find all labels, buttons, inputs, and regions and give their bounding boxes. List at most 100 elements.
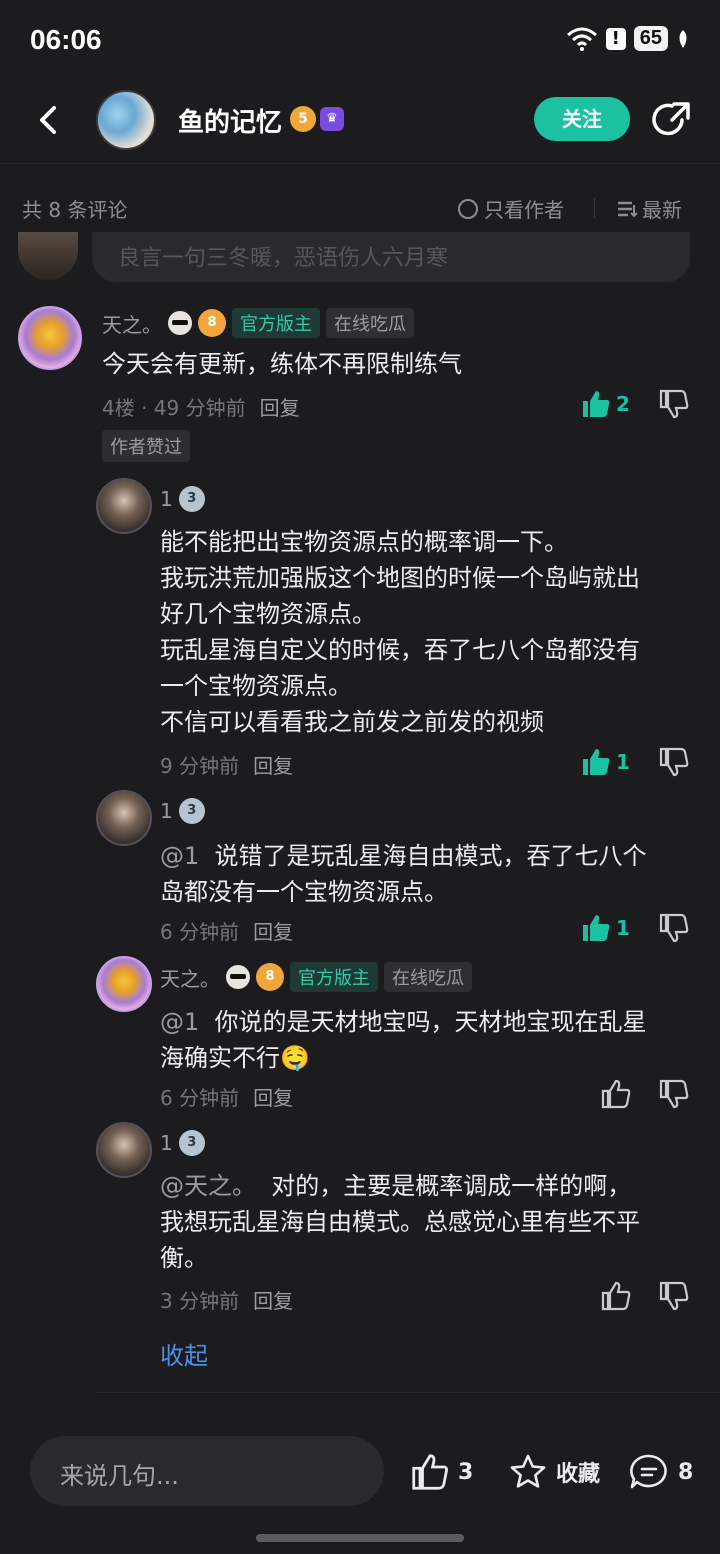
thumbs-up-icon — [583, 749, 610, 775]
post-like-button[interactable]: 3 — [410, 1452, 473, 1492]
thumbs-down-icon[interactable] — [658, 1280, 690, 1312]
comments-button[interactable]: 8 — [628, 1452, 693, 1492]
comment-text: 今天会有更新，练体不再限制练气 — [102, 350, 462, 378]
reply-button[interactable]: 回复 — [253, 1082, 293, 1111]
alert-icon: ! — [605, 27, 626, 50]
star-icon — [510, 1454, 546, 1488]
comment-input[interactable]: 来说几句... — [30, 1436, 384, 1506]
share-icon[interactable] — [652, 100, 692, 140]
author-avatar[interactable] — [96, 90, 156, 150]
thumbs-down-icon[interactable] — [658, 746, 690, 778]
reply-text: @天之。 对的，主要是概率调成一样的啊， 我想玩乱星海自由模式。总感觉心里有些不… — [160, 1172, 640, 1272]
collapse-replies-link[interactable]: 收起 — [160, 1336, 208, 1371]
comment-input-placeholder: 来说几句... — [60, 1462, 179, 1490]
commenter-info: 天之。 8 官方版主 在线吃瓜 — [102, 308, 414, 338]
reply-avatar[interactable] — [96, 790, 152, 846]
reply-text: @1 你说的是天材地宝吗，天材地宝现在乱星 海确实不行🤤 — [160, 1008, 647, 1072]
follow-button[interactable]: 关注 — [534, 97, 630, 141]
thumbs-down-icon[interactable] — [658, 388, 690, 420]
medal-icon — [226, 965, 250, 989]
like-button[interactable]: 2 — [580, 388, 630, 420]
level-badge: 3 — [178, 798, 205, 824]
radio-icon — [458, 198, 478, 219]
commenter-name[interactable]: 天之。 — [102, 309, 162, 338]
battery-indicator: 65 — [633, 26, 668, 51]
like-button[interactable]: 1 — [580, 912, 630, 944]
reply-button[interactable]: 回复 — [260, 392, 300, 421]
title-tag: 在线吃瓜 — [384, 962, 472, 992]
divider — [594, 198, 595, 218]
post-header: 鱼的记忆 5 ♛ 关注 — [0, 84, 720, 164]
post-like-count: 3 — [458, 1459, 474, 1485]
thumbs-up-icon — [583, 915, 610, 941]
reply-meta: 6 分钟前 回复 — [160, 1082, 293, 1111]
author-badges: 5 ♛ — [290, 106, 344, 132]
thumbs-up-icon — [583, 391, 610, 417]
mention-link[interactable]: @1 — [160, 1008, 199, 1036]
author-only-toggle[interactable]: 只看作者 — [458, 194, 564, 223]
comment-icon — [630, 1454, 667, 1489]
reply-user-info: 1 3 — [160, 1130, 205, 1156]
reply-username[interactable]: 1 — [160, 1131, 173, 1155]
reply-avatar[interactable] — [96, 478, 152, 534]
favorite-button[interactable]: 收藏 — [508, 1452, 600, 1492]
wifi-icon — [566, 27, 597, 51]
reply-username[interactable]: 1 — [160, 799, 173, 823]
reply-button[interactable]: 回复 — [253, 1285, 293, 1314]
thumbs-up-icon[interactable] — [600, 1078, 632, 1110]
divider — [96, 1392, 720, 1393]
level-badge: 3 — [178, 486, 205, 512]
reply-avatar[interactable] — [96, 1122, 152, 1178]
like-button[interactable]: 1 — [580, 746, 630, 778]
level-badge: 8 — [256, 963, 284, 991]
reply-username[interactable]: 天之。 — [160, 963, 220, 992]
home-indicator[interactable] — [256, 1534, 464, 1542]
thumbs-down-icon[interactable] — [658, 1078, 690, 1110]
like-count: 1 — [616, 916, 630, 940]
reply-avatar[interactable] — [96, 956, 152, 1012]
commenter-avatar[interactable] — [18, 306, 82, 370]
status-time: 06:06 — [30, 24, 102, 55]
reply-username[interactable]: 1 — [160, 487, 173, 511]
sort-selector[interactable]: 最新 — [616, 194, 682, 223]
official-tag: 官方版主 — [290, 962, 378, 992]
leaf-icon — [679, 29, 687, 48]
reply-user-info: 1 3 — [160, 798, 205, 824]
reply-text: 能不能把出宝物资源点的概率调一下。 我玩洪荒加强版这个地图的时候一个岛屿就出 好… — [160, 528, 640, 736]
medal-icon — [168, 311, 192, 335]
reply-user-info: 天之。 8 官方版主 在线吃瓜 — [160, 962, 472, 992]
favorite-label: 收藏 — [556, 1462, 601, 1487]
reply-button[interactable]: 回复 — [253, 916, 293, 945]
sort-icon — [618, 201, 638, 217]
thumbs-up-icon[interactable] — [600, 1280, 632, 1312]
mention-link[interactable]: @天之。 — [160, 1172, 256, 1200]
back-icon[interactable] — [30, 100, 70, 140]
status-icons: ! 65 — [566, 26, 690, 51]
floor-time: 4楼 · 49 分钟前 — [102, 396, 246, 420]
comments-count: 8 — [678, 1459, 694, 1485]
sort-label: 最新 — [642, 198, 682, 222]
trophy-icon: ♛ — [320, 107, 344, 131]
reply-time: 3 分钟前 — [160, 1289, 240, 1313]
reply-button[interactable]: 回复 — [253, 750, 293, 779]
author-liked-badge: 作者赞过 — [102, 430, 190, 462]
reply-meta: 9 分钟前 回复 — [160, 750, 293, 779]
like-count: 1 — [616, 750, 630, 774]
reply-text: @1 说错了是玩乱星海自由模式，吞了七八个 岛都没有一个宝物资源点。 — [160, 842, 647, 906]
status-bar: 06:06 ! 65 — [0, 0, 720, 84]
author-only-label: 只看作者 — [484, 198, 564, 222]
previous-avatar[interactable] — [18, 232, 78, 280]
level-badge: 8 — [198, 309, 226, 337]
bottom-action-bar: 来说几句... 3 收藏 8 — [0, 1414, 720, 1554]
reply-user-info: 1 3 — [160, 486, 205, 512]
title-tag: 在线吃瓜 — [326, 308, 414, 338]
level-badge: 5 — [290, 106, 316, 132]
reply-time: 6 分钟前 — [160, 1086, 240, 1110]
thumbs-down-icon[interactable] — [658, 912, 690, 944]
reply-meta: 3 分钟前 回复 — [160, 1285, 293, 1314]
author-name[interactable]: 鱼的记忆 — [178, 102, 282, 139]
like-count: 2 — [616, 392, 630, 416]
mention-link[interactable]: @1 — [160, 842, 199, 870]
official-tag: 官方版主 — [232, 308, 320, 338]
reply-time: 9 分钟前 — [160, 754, 240, 778]
